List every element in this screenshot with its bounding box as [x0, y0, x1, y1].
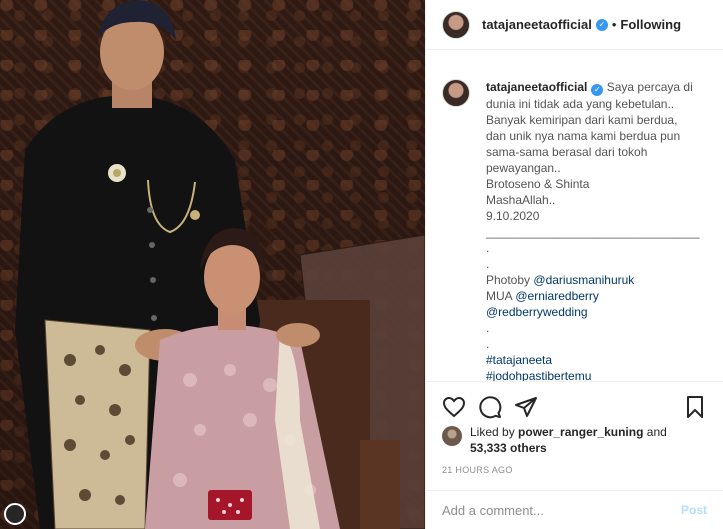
- likes-summary: Liked by power_ranger_kuning and 53,333 …: [442, 424, 707, 456]
- mua-link-2-line: @redberrywedding: [486, 304, 707, 320]
- share-icon[interactable]: [514, 395, 538, 419]
- tagged-user-icon[interactable]: [4, 503, 26, 525]
- caption-line: Saya percaya di: [606, 80, 693, 94]
- caption-line: .: [486, 321, 490, 335]
- post-button[interactable]: Post: [681, 503, 707, 517]
- hashtag-link[interactable]: #jodohpastibertemu: [486, 369, 591, 381]
- caption-line: .: [486, 257, 490, 271]
- header-username[interactable]: tatajaneetaofficial: [482, 17, 592, 32]
- photo-credit-line: Photoby @dariusmanihuruk: [486, 272, 707, 288]
- following-button[interactable]: Following: [620, 17, 681, 32]
- mua-label: MUA: [486, 289, 513, 303]
- verified-badge-icon: ✓: [595, 18, 608, 31]
- liker-avatar[interactable]: [442, 426, 462, 446]
- caption-avatar[interactable]: [442, 79, 470, 107]
- caption-line: dan unik nya nama kami berdua pun: [486, 129, 681, 143]
- caption-row: tatajaneetaofficial ✓ Saya percaya di dun…: [442, 79, 707, 381]
- comment-icon[interactable]: [478, 395, 502, 419]
- separator-dot: •: [611, 17, 617, 32]
- caption-line: Brotoseno & Shinta: [486, 177, 590, 191]
- caption-first-line: tatajaneetaofficial ✓ Saya percaya di: [486, 79, 707, 96]
- caption-area: tatajaneetaofficial ✓ Saya percaya di dun…: [426, 51, 723, 381]
- post-timestamp[interactable]: 21 HOURS AGO: [442, 465, 513, 475]
- avatar[interactable]: [442, 10, 470, 39]
- caption-username[interactable]: tatajaneetaofficial: [486, 80, 587, 94]
- photo-credit-label: Photoby: [486, 273, 531, 287]
- caption-line: MashaAllah..: [486, 193, 556, 207]
- caption-line: Banyak kemiripan dari kami berdua,: [486, 113, 678, 127]
- post-sidebar: tatajaneetaofficial ✓ • Following tataja…: [425, 0, 723, 529]
- liker-username[interactable]: power_ranger_kuning: [518, 425, 643, 439]
- hashtag-line: #jodohpastibertemu: [486, 368, 707, 381]
- post-header: tatajaneetaofficial ✓ • Following: [426, 0, 723, 50]
- mua-credit-line: MUA @erniaredberry: [486, 288, 707, 304]
- caption-line: pewayangan..: [486, 161, 561, 175]
- add-comment-bar: Add a comment... Post: [426, 490, 723, 529]
- post-photo[interactable]: [0, 0, 425, 529]
- hashtag-link[interactable]: #tatajaneeta: [486, 353, 552, 367]
- action-bar: [442, 391, 707, 421]
- caption-line: dunia ini tidak ada yang kebetulan..: [486, 97, 675, 111]
- likes-text: Liked by power_ranger_kuning and 53,333 …: [470, 424, 667, 456]
- caption-divider: ________________________________: [486, 225, 700, 239]
- comment-input[interactable]: Add a comment...: [442, 503, 681, 518]
- photographer-link[interactable]: @dariusmanihuruk: [533, 273, 634, 287]
- caption-text: tatajaneetaofficial ✓ Saya percaya di dun…: [486, 79, 707, 381]
- caption-line: .: [486, 337, 490, 351]
- likes-conj: and: [646, 425, 667, 439]
- mua-link[interactable]: @erniaredberry: [515, 289, 599, 303]
- likes-count[interactable]: 53,333 others: [470, 441, 547, 455]
- heart-icon[interactable]: [442, 395, 466, 419]
- verified-badge-icon: ✓: [591, 84, 604, 96]
- likes-prefix: Liked by: [470, 425, 515, 439]
- caption-line: 9.10.2020: [486, 209, 540, 223]
- bookmark-icon[interactable]: [683, 395, 707, 419]
- couple-illustration: [15, 0, 425, 529]
- caption-line: sama-sama berasal dari tokoh: [486, 145, 648, 159]
- mua-link-2[interactable]: @redberrywedding: [486, 305, 588, 319]
- caption-line: .: [486, 241, 490, 255]
- hashtag-line: #tatajaneeta: [486, 352, 707, 368]
- divider: [426, 381, 723, 382]
